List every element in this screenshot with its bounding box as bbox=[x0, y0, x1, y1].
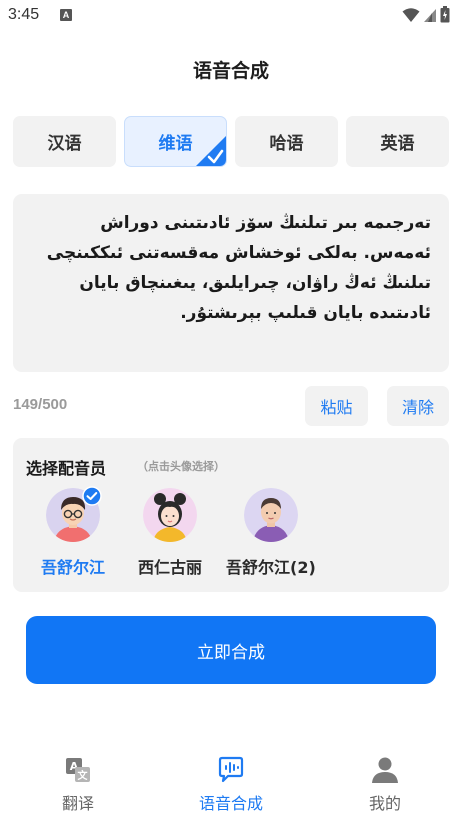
input-text[interactable]: تەرجىمە بىر تىلنىڭ سۆز ئادىتىنى دوراش ئە… bbox=[31, 208, 431, 328]
nav-item-speech[interactable]: 语音合成 bbox=[171, 756, 291, 814]
speaker-name: 吾舒尔江(2) bbox=[226, 558, 316, 577]
nav-label: 语音合成 bbox=[198, 794, 263, 813]
person-icon bbox=[372, 757, 398, 783]
speaker-name: 吾舒尔江 bbox=[41, 558, 106, 577]
bottom-nav: A 文 翻译 语音合成 我的 bbox=[0, 748, 462, 821]
voice-section-title: 选择配音员 bbox=[26, 459, 107, 478]
voice-section-hint: （点击头像选择） bbox=[137, 460, 225, 473]
tab-uyghur[interactable]: 维语 bbox=[124, 116, 227, 167]
nav-label: 我的 bbox=[368, 794, 401, 813]
notification-badge-icon: A bbox=[60, 9, 72, 21]
nav-label: 翻译 bbox=[61, 794, 94, 813]
text-input-area[interactable]: تەرجىمە بىر تىلنىڭ سۆز ئادىتىنى دوراش ئە… bbox=[13, 194, 449, 372]
tab-kazakh[interactable]: 哈语 bbox=[235, 116, 338, 167]
selected-check-icon bbox=[196, 136, 226, 166]
svg-text:文: 文 bbox=[78, 769, 89, 782]
nav-item-profile[interactable]: 我的 bbox=[325, 756, 445, 814]
status-time: 3:45 bbox=[8, 6, 40, 23]
battery-icon bbox=[440, 6, 450, 23]
speech-bubble-icon bbox=[218, 756, 244, 783]
translate-icon: A 文 bbox=[66, 758, 90, 782]
selected-check-icon bbox=[82, 486, 102, 506]
speaker-name: 西仁古丽 bbox=[138, 558, 203, 577]
tab-label: 英语 bbox=[380, 134, 415, 154]
speaker-option[interactable]: 吾舒尔江 bbox=[41, 486, 106, 578]
tab-label: 汉语 bbox=[47, 134, 82, 154]
status-icons bbox=[402, 6, 450, 23]
page-title: 语音合成 bbox=[192, 60, 269, 82]
man-avatar-icon[interactable] bbox=[243, 488, 298, 542]
status-bar: 3:45 A bbox=[0, 0, 462, 32]
clear-button[interactable]: 清除 bbox=[387, 386, 449, 426]
paste-button[interactable]: 粘贴 bbox=[305, 386, 368, 426]
woman-buns-avatar-icon[interactable] bbox=[143, 488, 197, 542]
char-count: 149/500 bbox=[13, 396, 68, 413]
tab-english[interactable]: 英语 bbox=[346, 116, 449, 167]
signal-icon bbox=[424, 8, 436, 22]
nav-item-translate[interactable]: A 文 翻译 bbox=[18, 756, 138, 814]
tab-label: 维语 bbox=[158, 134, 193, 154]
synthesize-button[interactable]: 立即合成 bbox=[26, 616, 436, 684]
speaker-option[interactable]: 吾舒尔江(2) bbox=[226, 488, 316, 578]
tab-label: 哈语 bbox=[269, 134, 304, 154]
tab-chinese[interactable]: 汉语 bbox=[13, 116, 116, 167]
wifi-icon bbox=[402, 7, 420, 22]
speaker-option[interactable]: 西仁古丽 bbox=[138, 488, 202, 578]
voice-selection-card: 选择配音员 （点击头像选择） 吾舒尔江 西仁古丽 吾舒尔江(2) bbox=[13, 438, 449, 592]
man-glasses-avatar-icon[interactable] bbox=[46, 486, 102, 542]
language-tabs: 汉语 维语 哈语 英语 bbox=[13, 116, 449, 167]
